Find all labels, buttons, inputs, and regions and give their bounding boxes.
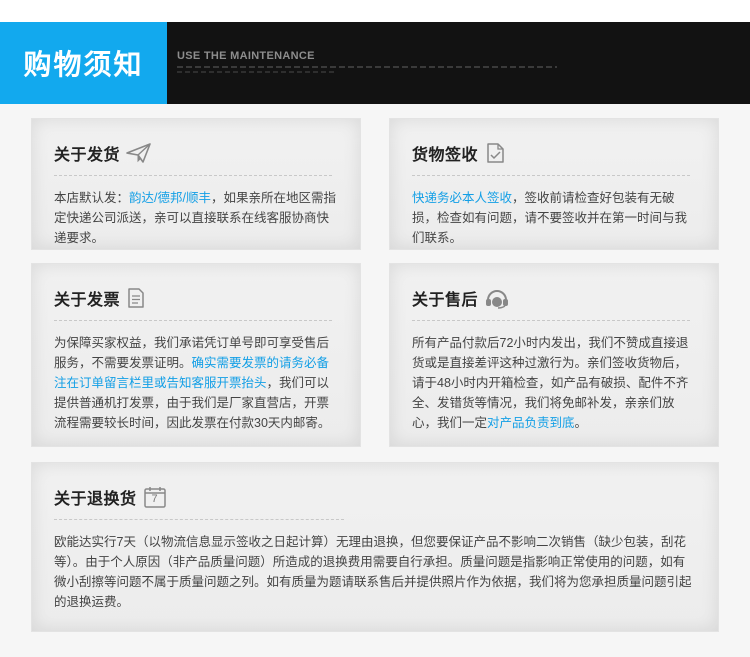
- card-title: 货物签收: [412, 147, 479, 164]
- invoice-icon: [126, 287, 146, 309]
- calendar-number: 7: [151, 493, 158, 505]
- highlight-text: 韵达/德邦/顺丰: [129, 191, 211, 205]
- highlight-text: 快递务必本人签收: [412, 191, 513, 205]
- shipping-card: 关于发货 本店默认发：韵达/德邦/顺丰，如果亲所在地区需指定快递公司派送，亲可以…: [31, 118, 361, 250]
- top-spacer: [0, 0, 750, 22]
- card-title: 关于退换货: [54, 491, 137, 508]
- calendar-7-icon: 7: [143, 485, 167, 509]
- header-subtitle-block: USE THE MAINTENANCE: [167, 22, 557, 104]
- receipt-card: 货物签收 快递务必本人签收，签收前请检查好包装有无破损，检查如有问题，请不要签收…: [389, 118, 719, 250]
- divider: [54, 175, 332, 176]
- divider: [54, 519, 344, 520]
- document-icon: [484, 142, 506, 164]
- card-body: 所有产品付款后72小时内发出，我们不赞成直接退货或是直接差评这种过激行为。亲们签…: [412, 333, 696, 433]
- divider: [412, 320, 690, 321]
- header-subtitle: USE THE MAINTENANCE: [177, 50, 315, 62]
- highlight-text: 对产品负责到底: [487, 416, 575, 430]
- returns-card: 关于退换货 7 欧能达实行7天（以物流信息显示签收之日起计算）无理由退换，但您要…: [31, 462, 719, 632]
- aftersale-card: 关于售后 所有产品付款后72小时内发出，我们不赞成直接退货或是直接差评这种过激行…: [389, 263, 719, 447]
- divider: [412, 175, 690, 176]
- card-title: 关于发货: [54, 147, 121, 164]
- card-body: 本店默认发：韵达/德邦/顺丰，如果亲所在地区需指定快递公司派送，亲可以直接联系在…: [54, 188, 338, 248]
- invoice-card: 关于发票 为保障买家权益，我们承诺凭订单号即可享受售后服务，不需要发票证明。确实…: [31, 263, 361, 447]
- paper-plane-icon: [126, 142, 152, 164]
- card-title: 关于发票: [54, 292, 121, 309]
- card-title: 关于售后: [412, 292, 479, 309]
- header-title-box: 购物须知: [0, 22, 167, 104]
- divider: [54, 320, 332, 321]
- card-body: 欧能达实行7天（以物流信息显示签收之日起计算）无理由退换，但您要保证产品不影响二…: [54, 535, 692, 609]
- page-title: 购物须知: [23, 49, 144, 80]
- card-body: 为保障买家权益，我们承诺凭订单号即可享受售后服务，不需要发票证明。确实需要发票的…: [54, 333, 338, 433]
- headset-icon: [484, 287, 510, 309]
- body-text: 。: [574, 416, 588, 430]
- page-header: 购物须知 USE THE MAINTENANCE: [0, 22, 750, 104]
- card-body: 快递务必本人签收，签收前请检查好包装有无破损，检查如有问题，请不要签收并在第一时…: [412, 188, 696, 248]
- decorative-text-line: [177, 66, 557, 68]
- decorative-text-line: [177, 71, 337, 73]
- body-text: 本店默认发：: [54, 191, 130, 205]
